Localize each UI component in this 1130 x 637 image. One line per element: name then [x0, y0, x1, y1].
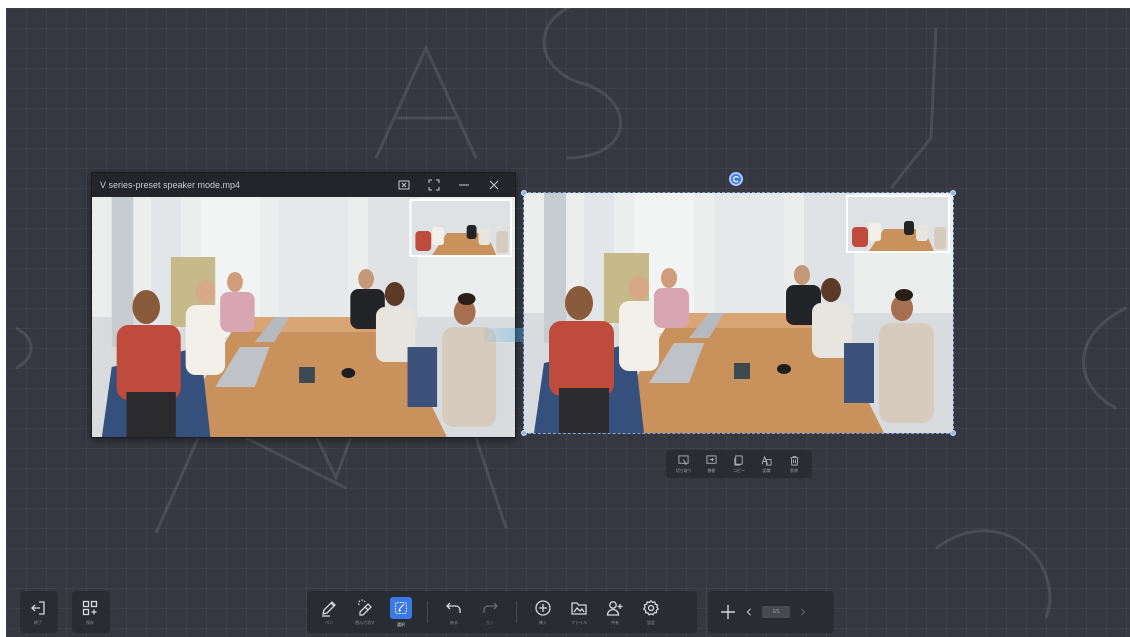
exit-icon — [31, 600, 45, 615]
pen-label: ペン — [325, 619, 333, 625]
settings-label: 設定 — [647, 619, 655, 625]
save-button[interactable]: 保存 — [72, 592, 108, 632]
folder-icon — [571, 601, 587, 615]
exit-toolbar: 終了 — [20, 591, 58, 633]
video-title: V series-preset speaker mode.mp4 — [100, 180, 241, 190]
undo-button[interactable]: 戻る — [436, 592, 472, 632]
video-frame[interactable] — [92, 197, 515, 437]
resize-handle-top-right[interactable] — [950, 190, 956, 196]
rotate-handle[interactable] — [729, 172, 743, 186]
plus-circle-icon — [535, 599, 551, 616]
delete-button[interactable]: 削除 — [781, 455, 807, 474]
grid-save-icon — [82, 600, 98, 615]
select-label: 選択 — [397, 621, 405, 627]
file-button[interactable]: ファイル — [561, 592, 597, 632]
meeting-scene-image — [524, 193, 953, 433]
share-button[interactable]: 共有 — [597, 592, 633, 632]
gear-icon — [642, 599, 660, 616]
move-label: 移動 — [707, 467, 716, 473]
toolbar-divider — [516, 601, 517, 623]
insert-label: 挿入 — [539, 619, 547, 625]
redo-icon — [483, 602, 498, 613]
add-user-icon — [606, 600, 623, 616]
settings-button[interactable]: 設定 — [633, 592, 669, 632]
select-icon — [395, 601, 407, 614]
select-button[interactable]: 選択 — [383, 592, 419, 632]
meeting-scene-image — [92, 197, 515, 437]
resize-handle-top-left[interactable] — [521, 190, 527, 196]
text-recognize-icon — [761, 455, 772, 465]
chevron-left-icon — [746, 608, 751, 616]
cut-label: 切り取り — [675, 467, 692, 473]
lasso-eraser-icon — [358, 599, 372, 616]
move-button[interactable]: 移動 — [698, 455, 724, 474]
cut-icon — [678, 455, 689, 465]
delete-icon — [790, 455, 799, 465]
close-icon[interactable] — [479, 175, 509, 195]
page-indicator[interactable]: 1/1 — [762, 606, 790, 618]
undo-icon — [446, 602, 461, 613]
exit-label: 終了 — [34, 619, 42, 625]
select-icon-box — [390, 596, 412, 619]
copy-icon — [734, 455, 744, 465]
delete-label: 削除 — [790, 467, 799, 473]
undo-label: 戻る — [450, 619, 458, 625]
prev-page-button[interactable] — [742, 592, 756, 632]
lasso-eraser-button[interactable]: 囲んで消す — [347, 592, 383, 632]
video-player-window[interactable]: V series-preset speaker mode.mp4 — [91, 172, 516, 438]
toolbar-divider — [427, 601, 428, 623]
exit-button[interactable]: 終了 — [20, 592, 56, 632]
selection-context-menu: 切り取り 移動 コピー 認識 削除 — [666, 450, 812, 478]
pen-icon — [322, 600, 336, 617]
add-page-button[interactable] — [714, 592, 742, 632]
file-label: ファイル — [571, 619, 587, 625]
fullscreen-icon[interactable] — [419, 175, 449, 195]
insert-button[interactable]: 挿入 — [525, 592, 561, 632]
redo-button[interactable]: 進む — [472, 592, 508, 632]
copy-label: コピー — [732, 467, 745, 473]
chevron-right-icon — [801, 608, 806, 616]
copy-button[interactable]: コピー — [726, 455, 752, 474]
save-toolbar: 保存 — [72, 591, 110, 633]
minimize-icon[interactable] — [449, 175, 479, 195]
lasso-eraser-label: 囲んで消す — [355, 619, 375, 625]
page-toolbar: 1/1 — [708, 591, 834, 633]
resize-handle-bottom-left[interactable] — [521, 430, 527, 436]
save-label: 保存 — [86, 619, 94, 625]
move-icon — [706, 455, 717, 464]
recognize-button[interactable]: 認識 — [754, 455, 780, 474]
snapshot-icon[interactable] — [389, 175, 419, 195]
recognize-label: 認識 — [762, 467, 771, 473]
selected-snapshot-image[interactable] — [523, 192, 954, 434]
share-label: 共有 — [611, 619, 619, 625]
resize-handle-bottom-right[interactable] — [950, 430, 956, 436]
cut-button[interactable]: 切り取り — [671, 455, 697, 474]
plus-icon — [721, 605, 735, 619]
redo-label: 進む — [486, 619, 494, 625]
video-titlebar[interactable]: V series-preset speaker mode.mp4 — [92, 173, 515, 197]
next-page-button[interactable] — [796, 592, 810, 632]
pen-button[interactable]: ペン — [311, 592, 347, 632]
main-toolbar: ペン 囲んで消す 選択 戻る 進む 挿入 ファイル 共有 設定 — [307, 591, 697, 633]
